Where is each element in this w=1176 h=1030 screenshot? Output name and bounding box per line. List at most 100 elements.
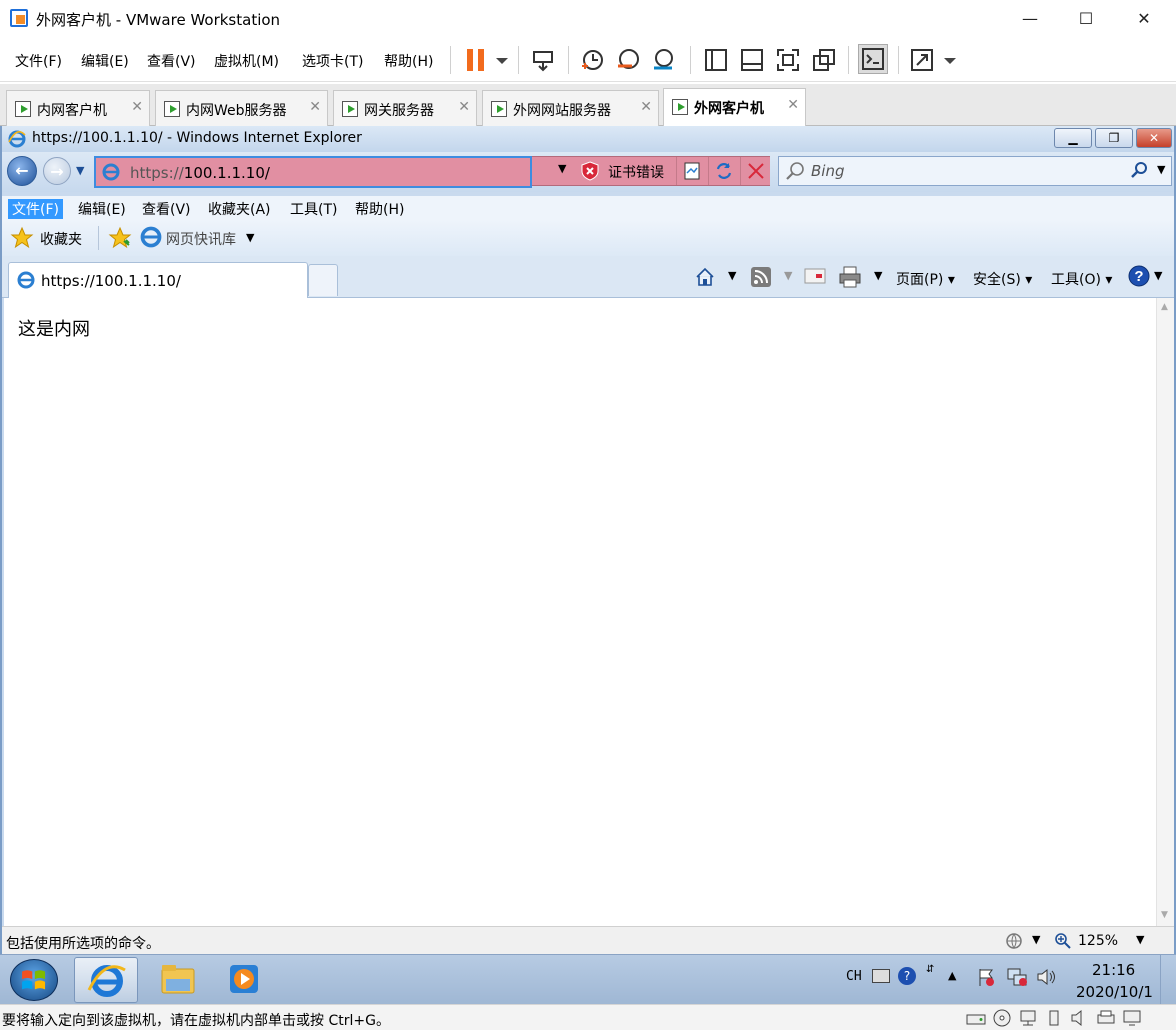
volume-icon[interactable] xyxy=(1036,967,1058,987)
scroll-down-icon[interactable]: ▼ xyxy=(1161,910,1168,920)
ie-menu-edit[interactable]: 编辑(E) xyxy=(74,199,130,219)
ie-menu-tools[interactable]: 工具(T) xyxy=(286,199,341,219)
menu-view[interactable]: 查看(V) xyxy=(147,51,196,71)
action-center-flag-icon[interactable] xyxy=(976,967,996,987)
ie-close-icon[interactable]: ✕ xyxy=(1136,128,1172,148)
new-tab-button[interactable] xyxy=(308,264,338,296)
taskbar-media-player[interactable] xyxy=(212,957,276,1003)
help-icon[interactable]: ? xyxy=(1128,265,1150,287)
snapshot-icon[interactable] xyxy=(580,48,604,72)
close-icon[interactable]: ✕ xyxy=(309,99,321,115)
ie-menu-file[interactable]: 文件(F) xyxy=(8,199,63,219)
favorites-button[interactable] xyxy=(10,226,36,250)
protected-mode-dropdown-icon[interactable]: ▼ xyxy=(1032,933,1040,946)
cert-error-label[interactable]: 证书错误 xyxy=(608,162,664,182)
home-icon[interactable] xyxy=(694,266,716,288)
unity-icon[interactable] xyxy=(812,48,836,72)
revert-snapshot-icon[interactable] xyxy=(616,48,640,72)
chevron-down-icon[interactable] xyxy=(490,48,514,72)
address-bar[interactable]: https://100.1.1.10/ xyxy=(94,156,532,188)
feeds-icon[interactable] xyxy=(750,266,772,288)
network-icon[interactable] xyxy=(1006,967,1028,987)
feeds-dropdown-icon[interactable]: ▼ xyxy=(784,269,792,282)
search-options-icon[interactable]: ▼ xyxy=(1157,163,1165,176)
display-icon[interactable] xyxy=(1122,1009,1142,1027)
address-text[interactable]: https://100.1.1.10/ xyxy=(130,164,270,182)
vm-tab-external-client[interactable]: 外网客户机 ✕ xyxy=(663,88,806,126)
taskbar-internet-explorer[interactable] xyxy=(74,957,138,1003)
library-icon[interactable] xyxy=(704,48,728,72)
menu-file[interactable]: 文件(F) xyxy=(15,51,62,71)
close-icon[interactable]: ✕ xyxy=(1130,6,1158,32)
safety-menu[interactable]: 安全(S) ▾ xyxy=(973,269,1032,289)
vertical-scrollbar[interactable]: ▲ ▼ xyxy=(1156,298,1174,926)
zoom-icon[interactable] xyxy=(1054,932,1072,950)
pause-icon[interactable] xyxy=(464,48,488,72)
ie-page-tab[interactable]: https://100.1.1.10/ xyxy=(8,262,308,298)
input-language-indicator[interactable]: CH xyxy=(846,969,862,984)
ie-menu-help[interactable]: 帮助(H) xyxy=(351,199,408,219)
send-keys-icon[interactable] xyxy=(532,48,556,72)
address-dropdown-icon[interactable]: ▼ xyxy=(558,162,566,175)
close-icon[interactable]: ✕ xyxy=(131,99,143,115)
vm-tab-internal-client[interactable]: 内网客户机 ✕ xyxy=(6,90,150,126)
vm-tab-external-web-server[interactable]: 外网网站服务器 ✕ xyxy=(482,90,659,126)
search-icon[interactable] xyxy=(1129,161,1149,181)
close-icon[interactable]: ✕ xyxy=(787,97,799,113)
close-icon[interactable]: ✕ xyxy=(640,99,652,115)
tools-menu[interactable]: 工具(O) ▾ xyxy=(1051,269,1112,289)
menu-help[interactable]: 帮助(H) xyxy=(384,51,433,71)
menu-tabs[interactable]: 选项卡(T) xyxy=(302,51,363,71)
zoom-dropdown-icon[interactable]: ▼ xyxy=(1136,933,1144,946)
console-view-icon[interactable] xyxy=(858,44,888,74)
print-icon[interactable] xyxy=(838,266,862,288)
full-screen-icon[interactable] xyxy=(776,48,800,72)
show-hidden-icons[interactable]: ▲ xyxy=(948,969,956,982)
close-icon[interactable]: ✕ xyxy=(458,99,470,115)
printer-device-icon[interactable] xyxy=(1096,1009,1116,1027)
thumbnail-bar-icon[interactable] xyxy=(740,48,764,72)
network-adapter-icon[interactable] xyxy=(1018,1009,1038,1027)
add-to-favorites-bar-icon[interactable] xyxy=(108,226,132,250)
search-box[interactable]: Bing ▼ xyxy=(778,156,1172,186)
taskbar-explorer[interactable] xyxy=(146,957,210,1003)
ie-restore-icon[interactable]: ❐ xyxy=(1095,128,1133,148)
recent-pages-dropdown-icon[interactable]: ▼ xyxy=(76,164,84,177)
chevron-down-icon[interactable] xyxy=(938,48,962,72)
vm-tab-internal-web-server[interactable]: 内网Web服务器 ✕ xyxy=(155,90,328,126)
ie-menu-favorites[interactable]: 收藏夹(A) xyxy=(204,199,275,219)
ie-menu-view[interactable]: 查看(V) xyxy=(138,199,195,219)
snapshot-manager-icon[interactable] xyxy=(652,48,676,72)
start-button[interactable] xyxy=(10,959,58,1001)
zoom-level[interactable]: 125% xyxy=(1078,933,1118,949)
minimize-icon[interactable]: — xyxy=(1016,6,1044,32)
web-slice-dropdown-icon[interactable]: ▼ xyxy=(246,231,254,244)
vm-tab-gateway-server[interactable]: 网关服务器 ✕ xyxy=(333,90,477,126)
protected-mode-globe-icon[interactable] xyxy=(1004,931,1024,951)
home-dropdown-icon[interactable]: ▼ xyxy=(728,269,736,282)
ime-options-icon[interactable]: ⇵ xyxy=(926,965,934,975)
menu-vm[interactable]: 虚拟机(M) xyxy=(214,51,279,71)
back-button[interactable]: ← xyxy=(7,156,37,186)
help-tray-icon[interactable]: ? xyxy=(898,967,916,985)
refresh-icon[interactable] xyxy=(708,157,738,185)
clock-time[interactable]: 21:16 xyxy=(1092,961,1135,979)
stretch-icon[interactable] xyxy=(910,48,934,72)
web-slice-gallery-label[interactable]: 网页快讯库 xyxy=(166,229,236,249)
cd-dvd-icon[interactable] xyxy=(992,1009,1012,1027)
clock-date[interactable]: 2020/10/1 xyxy=(1076,983,1153,1001)
stop-icon[interactable] xyxy=(740,157,770,185)
compat-view-icon[interactable] xyxy=(676,157,706,185)
keyboard-icon[interactable] xyxy=(872,969,890,983)
ie-minimize-icon[interactable]: ▁ xyxy=(1054,128,1092,148)
forward-button[interactable]: → xyxy=(43,157,71,185)
favorites-label[interactable]: 收藏夹 xyxy=(40,229,82,249)
read-mail-icon[interactable] xyxy=(804,266,826,286)
usb-icon[interactable] xyxy=(1044,1009,1064,1027)
show-desktop-button[interactable] xyxy=(1160,955,1176,1005)
page-menu[interactable]: 页面(P) ▾ xyxy=(896,269,955,289)
help-dropdown-icon[interactable]: ▼ xyxy=(1154,269,1162,282)
menu-edit[interactable]: 编辑(E) xyxy=(81,51,129,71)
scroll-up-icon[interactable]: ▲ xyxy=(1161,302,1168,312)
sound-card-icon[interactable] xyxy=(1070,1009,1090,1027)
